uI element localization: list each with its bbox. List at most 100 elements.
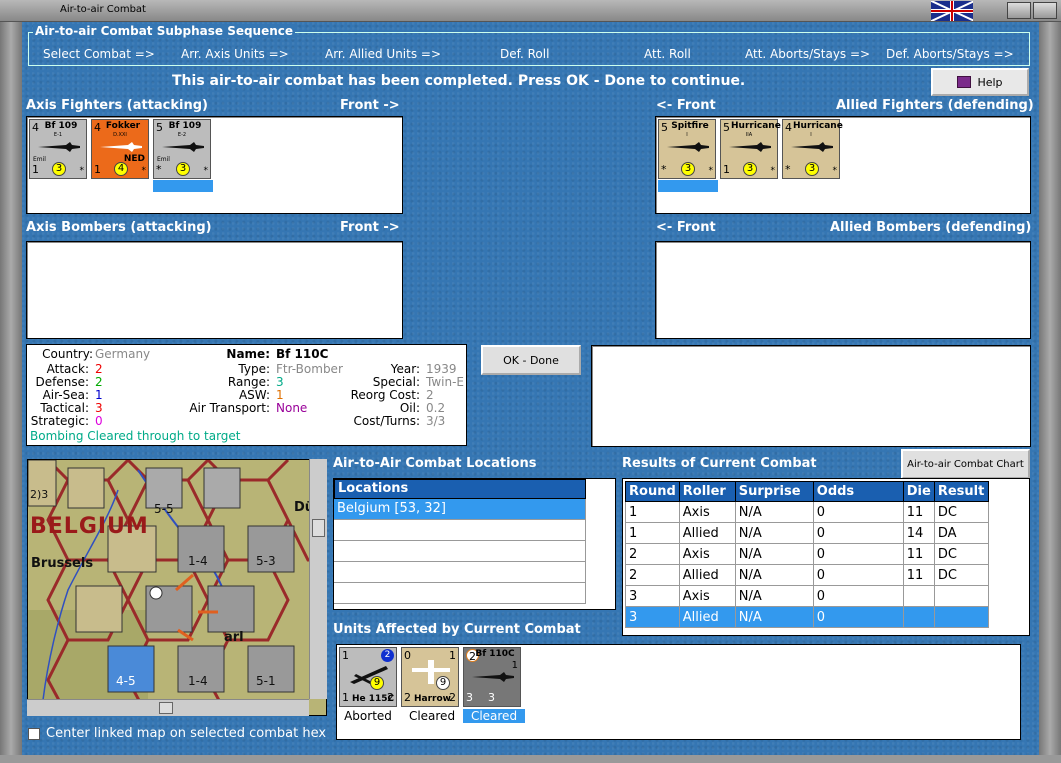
step-arr-allied: Arr. Allied Units => (325, 47, 442, 61)
counter-bl: 1 (342, 691, 349, 704)
counter-bl: * (156, 163, 162, 176)
cell-die (902, 585, 935, 607)
counter-range: 3 (681, 162, 695, 176)
map-hscroll-thumb[interactable] (159, 702, 173, 714)
counter-sub: E-2 (177, 132, 187, 138)
combat-message-panel (591, 345, 1031, 447)
col-roller: Roller (678, 481, 736, 502)
affected-caption-1: Aborted (344, 709, 392, 723)
cell-roller: Allied (678, 606, 736, 628)
airsea-label: Air-Sea: (42, 388, 89, 402)
table-row[interactable]: 3 Allied N/A 0 (625, 606, 989, 628)
strategic-label: Strategic: (30, 414, 89, 428)
selection-bar (658, 180, 718, 192)
subphase-sequence: Air-to-air Combat Subphase Sequence Sele… (28, 24, 1030, 66)
counter-star: * (708, 166, 714, 176)
map-vscroll-thumb[interactable] (312, 519, 325, 537)
minimize-button[interactable] (1007, 2, 1031, 19)
allied-fighters-panel[interactable]: 5 Spitfire I * 3 * 5 Hurricane IIA 1 3 *… (655, 116, 1031, 214)
results-title: Results of Current Combat (622, 456, 817, 471)
map-horizontal-scrollbar[interactable] (27, 699, 309, 716)
cell-die (902, 606, 935, 628)
table-row[interactable]: 2 Axis N/A 0 11 DC (625, 543, 989, 565)
affected-unit-counter-3[interactable]: 2 Bf 110C 1 3 3 (463, 647, 521, 707)
asw-label: ASW: (238, 388, 270, 402)
col-result: Result (933, 481, 989, 502)
country-label: Country: (42, 347, 93, 361)
cell-result (933, 606, 989, 628)
counter-nickname: Emil (33, 156, 46, 163)
step-select-combat: Select Combat => (43, 47, 155, 61)
allied-bombers-panel[interactable] (655, 241, 1031, 339)
table-row[interactable]: 1 Axis N/A 0 11 DC (625, 501, 989, 523)
table-row[interactable]: 3 Axis N/A 0 (625, 585, 989, 607)
help-button[interactable]: Help (931, 68, 1029, 96)
map-vertical-scrollbar[interactable] (309, 459, 327, 699)
cell-result: DC (933, 564, 989, 586)
checkbox-label: Center linked map on selected combat hex (46, 726, 327, 741)
air-combat-chart-button[interactable]: Air-to-air Combat Chart (901, 449, 1030, 479)
locations-table[interactable]: Locations Belgium [53, 32] (333, 478, 616, 610)
allied-fighter-counter-2[interactable]: 5 Hurricane IIA 1 3 * (720, 119, 781, 179)
cell-surprise: N/A (734, 501, 814, 523)
locations-title: Air-to-Air Combat Locations (333, 456, 537, 471)
frame-bottom (0, 755, 1061, 763)
axis-bombers-panel[interactable] (26, 241, 403, 339)
counter-bl: 1 (723, 163, 730, 176)
center-map-checkbox[interactable]: Center linked map on selected combat hex (28, 726, 326, 741)
location-row[interactable] (334, 541, 586, 562)
counter-nickname: Emil (157, 156, 170, 163)
airtransport-label: Air Transport: (189, 401, 270, 415)
cell-result: DA (933, 522, 989, 544)
axis-fighter-counter-3[interactable]: 5 Bf 109 E-2 Emil * 3 * (153, 119, 211, 179)
fighter-plane-icon (100, 142, 142, 152)
counter-star: * (770, 166, 776, 176)
costturns-label: Cost/Turns: (353, 414, 420, 428)
cell-die: 11 (902, 543, 935, 565)
allied-fighter-counter-3[interactable]: 4 Hurricane I * 3 * (782, 119, 843, 179)
counter-name: Hurricane (731, 121, 781, 131)
maximize-button[interactable] (1033, 2, 1057, 19)
table-row[interactable]: 2 Allied N/A 0 11 DC (625, 564, 989, 586)
col-odds: Odds (812, 481, 904, 502)
affected-unit-counter-2[interactable]: 0 1 9 2 Harrow 2 (401, 647, 459, 707)
counter-bl: 2 (404, 691, 411, 704)
defense-value: 2 (95, 375, 103, 389)
affected-units-panel[interactable]: 1 2 9 1 He 115C 2 0 1 9 2 Harrow 2 2 Bf … (336, 644, 1021, 740)
cell-result: DC (933, 501, 989, 523)
counter-name: Bf 109 (44, 121, 78, 131)
counter-range: 9 (370, 676, 384, 690)
cell-round: 2 (625, 543, 680, 565)
location-row[interactable] (334, 562, 586, 583)
type-value: Ftr-Bomber (276, 362, 343, 376)
counter-sub: E-1 (53, 132, 63, 138)
results-table[interactable]: Round Roller Surprise Odds Die Result 1 … (622, 478, 1030, 636)
location-row[interactable] (334, 583, 586, 604)
counter-range: 4 (114, 162, 128, 176)
step-def-roll: Def. Roll (500, 47, 550, 61)
location-row[interactable] (334, 520, 586, 541)
location-row[interactable]: Belgium [53, 32] (334, 499, 586, 520)
axis-fighter-counter-2[interactable]: 4 Fokker D.XXI NED 1 4 * (91, 119, 149, 179)
affected-unit-counter-1[interactable]: 1 2 9 1 He 115C 2 (339, 647, 397, 707)
checkbox-box[interactable] (28, 727, 40, 740)
map-label-brussels: Brussels (31, 556, 94, 571)
allied-fighter-counter-1[interactable]: 5 Spitfire I * 3 * (658, 119, 716, 179)
axis-bombers-label: Axis Bombers (attacking) (26, 220, 212, 235)
attack-value: 2 (95, 362, 103, 376)
step-arr-axis: Arr. Axis Units => (181, 47, 289, 61)
cell-odds: 0 (812, 606, 904, 628)
cell-round: 3 (625, 606, 680, 628)
fighter-plane-icon (38, 142, 80, 152)
table-row[interactable]: 1 Allied N/A 0 14 DA (625, 522, 989, 544)
col-surprise: Surprise (734, 481, 814, 502)
axis-fighter-counter-1[interactable]: 4 Bf 109 E-1 Emil 1 3 * (29, 119, 87, 179)
axis-fighters-panel[interactable]: 4 Bf 109 E-1 Emil 1 3 * 4 Fokker D.XXI N… (26, 116, 403, 214)
affected-caption-3: Cleared (463, 709, 525, 723)
linked-map[interactable]: BELGIUM Brussels Dü arl 5-5 5-3 1-4 1-4 … (27, 459, 327, 716)
oil-value: 0.2 (426, 401, 446, 415)
cell-odds: 0 (812, 564, 904, 586)
counter-range: 3 (805, 162, 819, 176)
fighter-plane-icon (729, 142, 771, 152)
ok-done-button[interactable]: OK - Done (481, 345, 581, 375)
